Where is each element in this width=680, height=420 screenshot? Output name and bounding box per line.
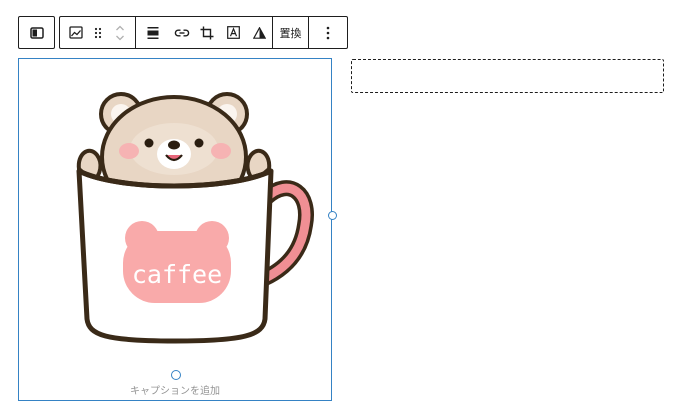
block-toolbar: 置換 <box>59 16 348 49</box>
drag-handle-icon <box>94 27 102 38</box>
block-parent-icon <box>29 26 44 39</box>
more-options-button[interactable] <box>309 17 347 48</box>
link-icon <box>174 29 189 36</box>
text-over-image-icon <box>226 26 240 39</box>
resize-handle-right[interactable] <box>328 211 337 220</box>
more-vertical-icon <box>326 26 330 39</box>
caffee-bear-mug-image: caffee <box>76 92 314 344</box>
align-button[interactable] <box>136 17 169 48</box>
insert-link-button[interactable] <box>169 17 194 48</box>
replace-button[interactable]: 置換 <box>273 17 308 48</box>
block-toolbar-parent-group <box>18 16 55 49</box>
duotone-button[interactable] <box>246 17 272 48</box>
chevron-up-down-icon <box>116 25 124 40</box>
align-center-icon <box>147 26 158 39</box>
crop-button[interactable] <box>194 17 220 48</box>
empty-block-placeholder[interactable] <box>351 59 664 93</box>
image-icon <box>68 26 83 39</box>
image-block[interactable]: caffee キャプションを追加 <box>18 58 337 401</box>
mug-logo-text: caffee <box>132 260 222 289</box>
caption-placeholder[interactable]: キャプションを追加 <box>19 382 331 397</box>
add-text-over-image-button[interactable] <box>220 17 246 48</box>
block-type-button[interactable] <box>60 17 91 48</box>
drag-handle[interactable] <box>91 17 105 48</box>
block-mover[interactable] <box>105 17 135 48</box>
replace-label: 置換 <box>279 26 302 40</box>
select-parent-block-button[interactable] <box>19 17 54 48</box>
resize-handle-bottom[interactable] <box>171 370 181 380</box>
crop-icon <box>200 26 214 39</box>
duotone-icon <box>252 26 266 39</box>
